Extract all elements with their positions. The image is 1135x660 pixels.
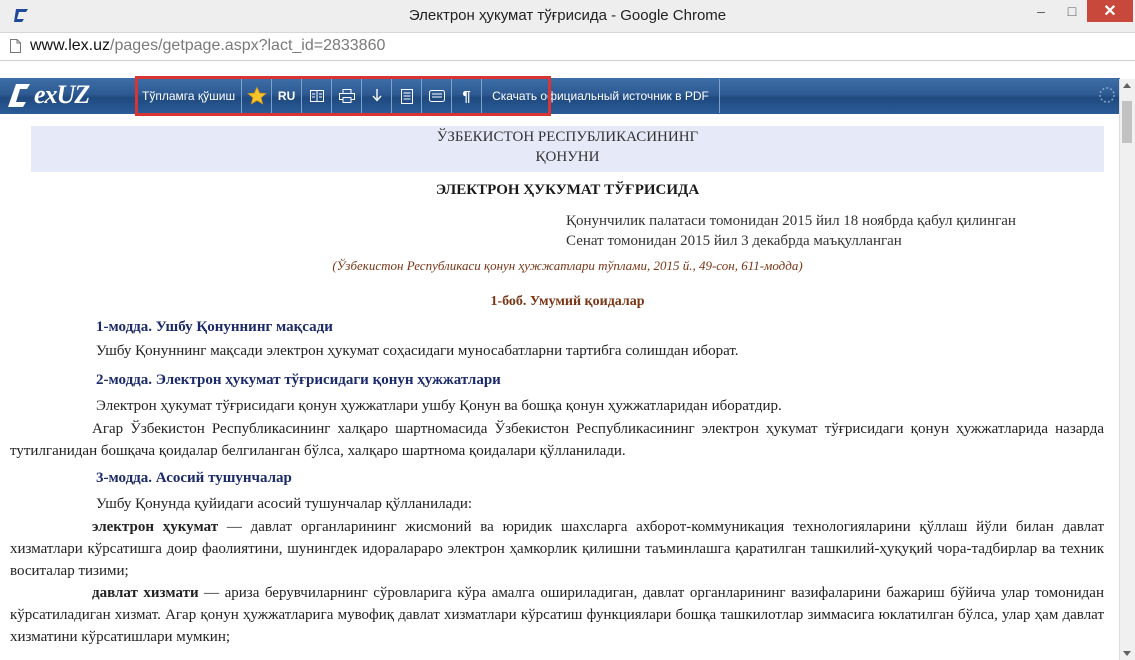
page-icon — [10, 39, 21, 53]
download-button[interactable] — [362, 79, 393, 113]
term-public-service: давлат хизмати — [92, 585, 199, 601]
star-icon — [246, 86, 267, 105]
adopted-line-2: Сенат томонидан 2015 йил 3 декабрда маъқ… — [566, 233, 902, 249]
close-button[interactable]: ✕ — [1087, 0, 1133, 22]
vertical-scrollbar[interactable] — [1119, 79, 1135, 660]
download-pdf-link[interactable]: Скачать официальный источник в PDF — [482, 79, 720, 113]
logo-text: exUZ — [34, 80, 90, 109]
download-icon — [372, 89, 382, 102]
maximize-button[interactable]: □ — [1057, 0, 1087, 22]
article-2-heading[interactable]: 2-модда. Электрон ҳукумат тўғрисидаги қо… — [96, 372, 501, 389]
definition-electronic-government: электрон ҳукумат — давлат органларининг … — [10, 516, 1104, 582]
law-header-box: ЎЗБЕКИСТОН РЕСПУБЛИКАСИНИНГ ҚОНУНИ — [31, 126, 1104, 172]
chapter-heading[interactable]: 1-боб. Умумий қоидалар — [0, 294, 1120, 310]
toolbar-items: Тўпламга қўшиш RU ¶ Скачать официальный … — [138, 79, 720, 113]
decoration-icon — [1099, 87, 1115, 103]
url-path: /pages/getpage.aspx?lact_id=2833860 — [110, 37, 386, 54]
window-titlebar: Электрон ҳукумат тўғрисида - Google Chro… — [0, 0, 1135, 33]
comment-icon — [428, 90, 445, 102]
document-button[interactable] — [392, 79, 423, 113]
url-text[interactable]: www.lex.uz/pages/getpage.aspx?lact_id=28… — [30, 37, 385, 55]
adopted-line-1: Қонунчилик палатаси томонидан 2015 йил 1… — [566, 213, 1016, 229]
window-title: Электрон ҳукумат тўғрисида - Google Chro… — [408, 7, 727, 24]
address-bar[interactable]: www.lex.uz/pages/getpage.aspx?lact_id=28… — [0, 33, 1135, 61]
header-line-2: ҚОНУНИ — [535, 149, 600, 165]
article-2-text-2-content: Агар Ўзбекистон Республикасининг халқаро… — [10, 421, 1104, 459]
lexuz-logo[interactable]: exUZ — [8, 80, 90, 110]
term-electronic-government: электрон ҳукумат — [92, 519, 219, 535]
document-icon — [400, 88, 413, 104]
definition-public-service: давлат хизмати — ариза берувчиларнинг сў… — [10, 582, 1104, 648]
minimize-button[interactable]: – — [1026, 0, 1056, 22]
article-3-heading[interactable]: 3-модда. Асосий тушунчалар — [96, 470, 292, 487]
print-button[interactable] — [332, 79, 363, 113]
article-2-text-2: Агар Ўзбекистон Республикасининг халқаро… — [10, 418, 1104, 462]
url-domain: www.lex.uz — [30, 37, 111, 54]
paragraph-marks-button[interactable]: ¶ — [452, 79, 483, 113]
document-content: ЎЗБЕКИСТОН РЕСПУБЛИКАСИНИНГ ҚОНУНИ ЭЛЕКТ… — [0, 116, 1120, 660]
article-3-intro: Ушбу Қонунда қуйидаги асосий тушунчалар … — [96, 496, 473, 512]
header-line-1: ЎЗБЕКИСТОН РЕСПУБЛИКАСИНИНГ — [436, 129, 699, 145]
article-1-heading[interactable]: 1-модда. Ушбу Қонуннинг мақсади — [96, 319, 333, 336]
article-2-text-1: Электрон ҳукумат тўғрисидаги қонун ҳужжа… — [96, 398, 782, 414]
scroll-down-arrow-icon[interactable] — [1123, 651, 1131, 656]
print-icon — [338, 89, 355, 103]
add-to-collection-button[interactable]: Тўпламга қўшиш — [138, 79, 243, 113]
columns-button[interactable] — [302, 79, 333, 113]
favorite-button[interactable] — [242, 79, 273, 113]
columns-icon — [309, 90, 324, 102]
scroll-thumb[interactable] — [1122, 101, 1132, 143]
document-title: ЭЛЕКТРОН ҲУКУМАТ ТЎҒРИСИДА — [435, 182, 700, 198]
scroll-up-arrow-icon[interactable] — [1123, 83, 1131, 88]
language-ru-button[interactable]: RU — [272, 79, 303, 113]
article-1-text: Ушбу Қонуннинг мақсади электрон ҳукумат … — [96, 343, 739, 359]
comment-button[interactable] — [422, 79, 453, 113]
site-toolbar: exUZ Тўпламга қўшиш RU ¶ Скачать официал… — [0, 61, 1135, 116]
source-reference: (Ўзбекистон Республикаси қонун ҳужжатлар… — [332, 258, 803, 273]
logo-mark-icon — [8, 84, 30, 107]
